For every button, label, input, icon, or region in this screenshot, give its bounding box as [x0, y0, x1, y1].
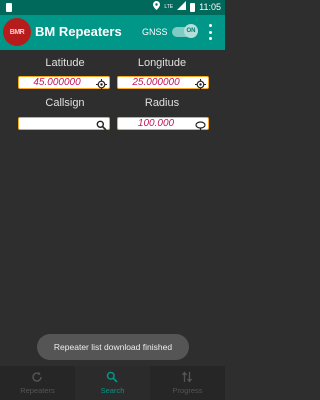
app-logo: BMR	[3, 18, 31, 46]
radius-icon[interactable]	[195, 118, 206, 131]
network-label: LTE	[164, 4, 174, 10]
latitude-label: Latitude	[45, 57, 85, 69]
gps-target-icon[interactable]	[195, 77, 206, 90]
app-bar: BMR BM Repeaters GNSS ON	[0, 15, 225, 50]
clock: 11:05	[199, 2, 221, 12]
nav-search[interactable]: Search	[75, 366, 150, 400]
refresh-icon	[31, 371, 43, 383]
latitude-input[interactable]	[22, 77, 92, 88]
nav-progress[interactable]: Progress	[150, 366, 225, 400]
callsign-field[interactable]	[18, 117, 110, 131]
toast-message: Repeater list download finished	[37, 334, 189, 360]
location-icon	[153, 1, 161, 14]
nav-search-label: Search	[100, 386, 125, 395]
nav-repeaters-label: Repeaters	[20, 386, 55, 395]
gnss-toggle-knob[interactable]: ON	[184, 24, 198, 38]
overflow-menu-icon[interactable]	[205, 24, 215, 40]
gps-target-icon[interactable]	[96, 77, 107, 90]
gnss-label: GNSS	[142, 27, 168, 37]
battery-icon	[190, 3, 196, 12]
nav-progress-label: Progress	[172, 386, 203, 395]
latitude-field[interactable]	[18, 76, 110, 90]
sim-icon	[6, 3, 12, 12]
longitude-input[interactable]	[121, 77, 191, 88]
app-title: BM Repeaters	[35, 24, 122, 39]
callsign-input[interactable]	[22, 118, 92, 129]
radius-field[interactable]	[117, 117, 209, 131]
radius-input[interactable]	[121, 118, 191, 129]
search-icon	[106, 371, 118, 383]
progress-icon	[181, 371, 193, 383]
search-icon[interactable]	[96, 118, 107, 131]
bottom-navigation: Repeaters Search Progress	[0, 366, 225, 400]
radius-label: Radius	[144, 97, 180, 109]
longitude-label: Longitude	[137, 57, 187, 69]
callsign-label: Callsign	[45, 97, 85, 109]
longitude-field[interactable]	[117, 76, 209, 90]
nav-repeaters[interactable]: Repeaters	[0, 366, 75, 400]
status-bar: LTE 11:05	[0, 0, 225, 15]
signal-icon	[177, 1, 187, 14]
